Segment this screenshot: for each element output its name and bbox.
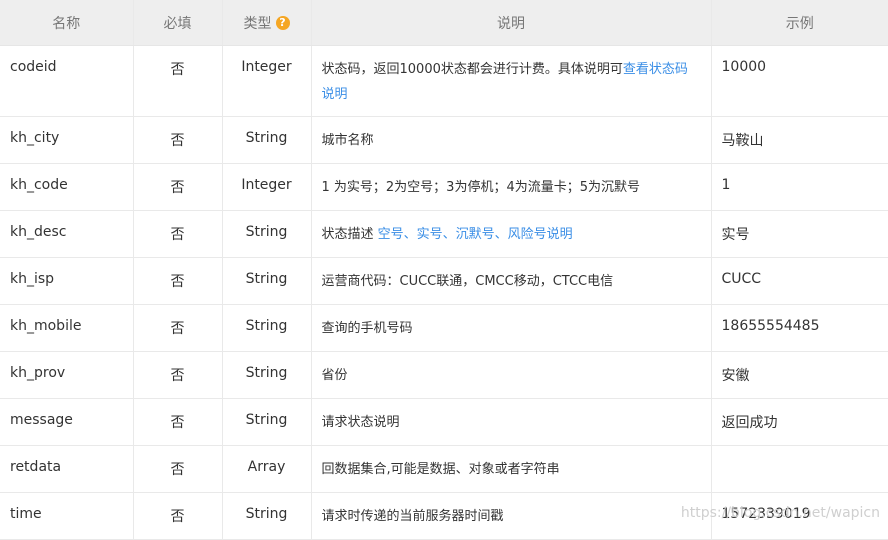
param-example: [711, 446, 888, 493]
param-type: String: [222, 305, 311, 352]
table-row: kh_city 否 String 城市名称 马鞍山: [0, 117, 888, 164]
table-row: retdata 否 Array 回数据集合,可能是数据、对象或者字符串: [0, 446, 888, 493]
table-header: 名称 必填 类型? 说明 示例: [0, 0, 888, 46]
param-description: 请求时传递的当前服务器时间戳: [311, 493, 711, 540]
table-row: message 否 String 请求状态说明 返回成功: [0, 399, 888, 446]
param-name: kh_prov: [0, 352, 133, 399]
table-row: kh_desc 否 String 状态描述 空号、实号、沉默号、风险号说明 实号: [0, 211, 888, 258]
header-name: 名称: [0, 0, 133, 46]
param-example: 实号: [711, 211, 888, 258]
header-type-label: 类型: [244, 16, 272, 32]
param-example: 18655554485: [711, 305, 888, 352]
api-params-table: 名称 必填 类型? 说明 示例 codeid 否 Integer 状态码，返回1…: [0, 0, 888, 540]
header-description: 说明: [311, 0, 711, 46]
param-example: 返回成功: [711, 399, 888, 446]
table-row: kh_isp 否 String 运营商代码：CUCC联通，CMCC移动，CTCC…: [0, 258, 888, 305]
param-description: 运营商代码：CUCC联通，CMCC移动，CTCC电信: [311, 258, 711, 305]
param-required: 否: [133, 446, 222, 493]
param-name: message: [0, 399, 133, 446]
table-row: kh_code 否 Integer 1 为实号；2为空号；3为停机；4为流量卡；…: [0, 164, 888, 211]
description-text: 状态码，返回10000状态都会进行计费。具体说明可: [322, 62, 623, 77]
table-row: kh_prov 否 String 省份 安徽: [0, 352, 888, 399]
param-required: 否: [133, 493, 222, 540]
param-type: String: [222, 117, 311, 164]
param-example: 1: [711, 164, 888, 211]
param-name: kh_city: [0, 117, 133, 164]
param-description: 状态描述 空号、实号、沉默号、风险号说明: [311, 211, 711, 258]
param-description: 请求状态说明: [311, 399, 711, 446]
watermark: https://blog.csdn.net/wapicn: [681, 505, 880, 521]
param-description: 省份: [311, 352, 711, 399]
help-icon[interactable]: ?: [276, 16, 290, 30]
table-row: codeid 否 Integer 状态码，返回10000状态都会进行计费。具体说…: [0, 46, 888, 117]
header-required: 必填: [133, 0, 222, 46]
param-required: 否: [133, 399, 222, 446]
param-type: Integer: [222, 46, 311, 117]
param-type: Array: [222, 446, 311, 493]
param-required: 否: [133, 258, 222, 305]
param-required: 否: [133, 305, 222, 352]
param-type: String: [222, 399, 311, 446]
param-name: time: [0, 493, 133, 540]
status-doc-link[interactable]: 空号、实号、沉默号、风险号说明: [378, 227, 573, 242]
param-example: 马鞍山: [711, 117, 888, 164]
param-required: 否: [133, 117, 222, 164]
param-required: 否: [133, 164, 222, 211]
param-name: kh_desc: [0, 211, 133, 258]
description-text: 状态描述: [322, 227, 378, 242]
param-type: String: [222, 258, 311, 305]
param-required: 否: [133, 211, 222, 258]
param-description: 回数据集合,可能是数据、对象或者字符串: [311, 446, 711, 493]
param-description: 查询的手机号码: [311, 305, 711, 352]
param-example: 安徽: [711, 352, 888, 399]
param-type: Integer: [222, 164, 311, 211]
param-description: 状态码，返回10000状态都会进行计费。具体说明可查看状态码说明: [311, 46, 711, 117]
table-row: kh_mobile 否 String 查询的手机号码 18655554485: [0, 305, 888, 352]
param-type: String: [222, 493, 311, 540]
param-name: retdata: [0, 446, 133, 493]
param-name: kh_mobile: [0, 305, 133, 352]
param-description: 1 为实号；2为空号；3为停机；4为流量卡；5为沉默号: [311, 164, 711, 211]
param-required: 否: [133, 352, 222, 399]
param-example: 10000: [711, 46, 888, 117]
param-type: String: [222, 211, 311, 258]
param-example: CUCC: [711, 258, 888, 305]
param-required: 否: [133, 46, 222, 117]
header-type: 类型?: [222, 0, 311, 46]
param-description: 城市名称: [311, 117, 711, 164]
param-name: codeid: [0, 46, 133, 117]
header-example: 示例: [711, 0, 888, 46]
param-name: kh_isp: [0, 258, 133, 305]
param-name: kh_code: [0, 164, 133, 211]
param-type: String: [222, 352, 311, 399]
